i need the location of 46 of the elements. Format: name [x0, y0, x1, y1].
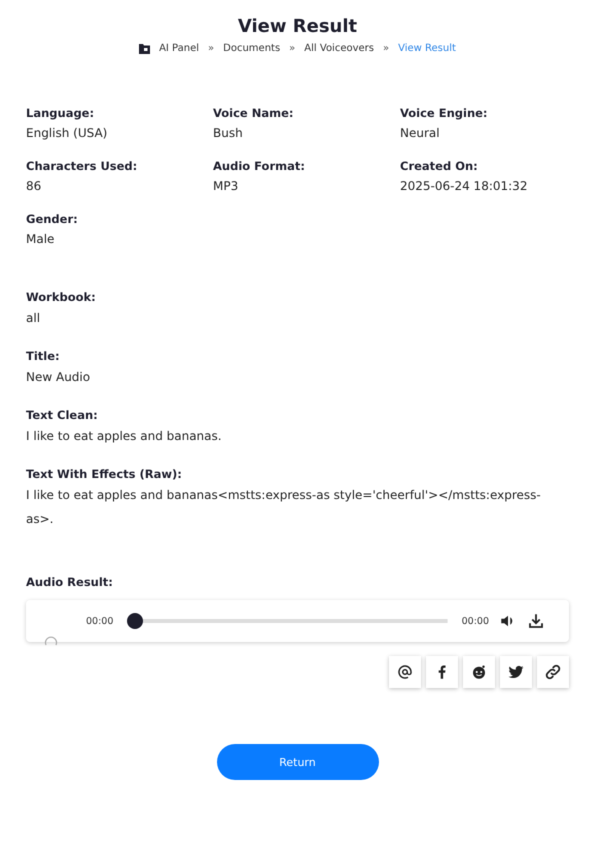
field-value: New Audio — [26, 369, 92, 386]
field-label: Text With Effects (Raw): — [26, 467, 183, 481]
twitter-icon — [507, 663, 525, 681]
duration-time: 00:00 — [462, 616, 489, 626]
detail-value: English (USA) — [26, 126, 108, 140]
field-value: all — [26, 310, 42, 327]
breadcrumb-link[interactable]: AI Panel — [159, 43, 200, 54]
chain-link-icon — [544, 663, 562, 681]
twitter-share-button[interactable] — [500, 656, 532, 688]
link-share-button[interactable] — [537, 656, 569, 688]
field-value: I like to eat apples and bananas<mstts:express-as style='cheerful'></mstts:express-as>. — [26, 487, 542, 528]
breadcrumb-separator: » — [289, 43, 296, 54]
return-button[interactable]: Return — [216, 744, 378, 780]
field-value: I like to eat apples and bananas. — [26, 428, 223, 445]
field-label: Workbook: — [26, 290, 97, 304]
detail-value: 2025-06-24 18:01:32 — [400, 179, 528, 193]
breadcrumb-link[interactable]: View Result — [398, 43, 456, 54]
download-icon[interactable] — [527, 612, 545, 630]
detail-value: Neural — [400, 126, 441, 140]
breadcrumb-separator: » — [208, 43, 214, 54]
detail-value: MP3 — [213, 179, 240, 193]
reddit-share-button[interactable] — [463, 656, 495, 688]
field-label: Text Clean: — [26, 408, 99, 422]
email-share-button[interactable] — [389, 656, 421, 688]
slider-thumb[interactable] — [127, 613, 144, 629]
detail-label: Language: — [26, 106, 96, 120]
breadcrumb-link[interactable]: All Voiceovers — [304, 43, 374, 54]
page-title: View Result — [236, 16, 358, 37]
breadcrumb-separator: » — [383, 43, 390, 54]
detail-label: Voice Name: — [213, 106, 294, 120]
reddit-icon — [470, 663, 488, 681]
detail-label: Audio Format: — [213, 159, 306, 173]
detail-label: Gender: — [26, 212, 79, 226]
detail-value: Bush — [213, 126, 244, 140]
detail-value: 86 — [26, 179, 42, 193]
at-sign-icon — [396, 663, 414, 681]
breadcrumb-link[interactable]: Documents — [223, 43, 280, 54]
detail-value: Male — [26, 232, 56, 246]
current-time: 00:00 — [86, 616, 114, 626]
field-label: Title: — [26, 349, 61, 363]
audio-label: Audio Result: — [26, 575, 114, 589]
detail-label: Created On: — [400, 159, 479, 173]
detail-label: Characters Used: — [26, 159, 138, 173]
detail-label: Voice Engine: — [400, 106, 489, 120]
facebook-share-button[interactable] — [426, 656, 458, 688]
folder-icon — [139, 44, 150, 54]
